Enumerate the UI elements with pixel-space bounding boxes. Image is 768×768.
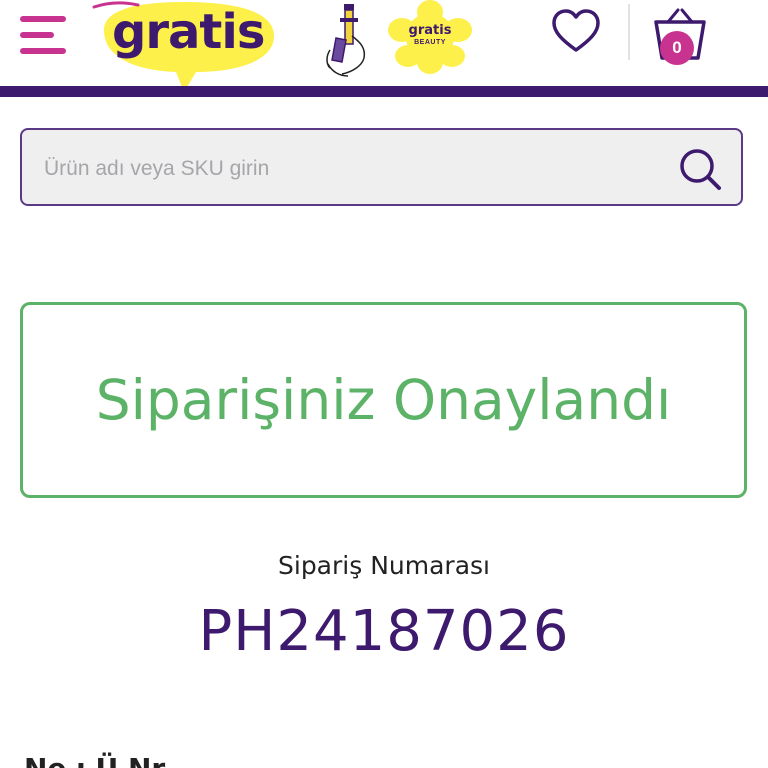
menu-icon-line (20, 32, 54, 38)
search-box (20, 128, 743, 208)
search-input[interactable] (42, 130, 646, 208)
gratis-beauty-badge[interactable]: gratis BEAUTY (386, 0, 474, 74)
order-confirmed-box: Siparişiniz Onaylandı (20, 302, 747, 498)
cart-button[interactable]: 0 (652, 6, 708, 70)
header: gratis gratis BEAUTY 0 (0, 0, 768, 92)
beauty-badge-title: gratis (408, 23, 452, 38)
header-divider (628, 4, 630, 60)
heart-icon (552, 9, 600, 52)
search-button[interactable] (677, 146, 723, 192)
beauty-badge-subtitle: BEAUTY (414, 39, 446, 46)
favorites-button[interactable] (550, 8, 602, 54)
next-section-title: Ne ı Ü Nr (24, 752, 424, 768)
cart-count-badge: 0 (660, 31, 694, 65)
header-accent-bar (0, 86, 768, 97)
order-number-label: Sipariş Numarası (278, 551, 490, 580)
logo-text: gratis (112, 4, 265, 60)
campaign-figure-icon (326, 4, 366, 77)
menu-icon-line (20, 48, 66, 54)
menu-button[interactable] (20, 14, 68, 58)
menu-icon (20, 16, 66, 22)
order-confirmed-title: Siparişiniz Onaylandı (95, 368, 672, 432)
search-icon (680, 149, 721, 190)
gratis-logo[interactable]: gratis (92, 0, 278, 96)
order-confirmation-page: gratis gratis BEAUTY 0 Ürün adı veya SKU… (0, 0, 768, 768)
logo-underline-icon (92, 1, 140, 9)
order-number: PH24187026 (198, 599, 570, 664)
